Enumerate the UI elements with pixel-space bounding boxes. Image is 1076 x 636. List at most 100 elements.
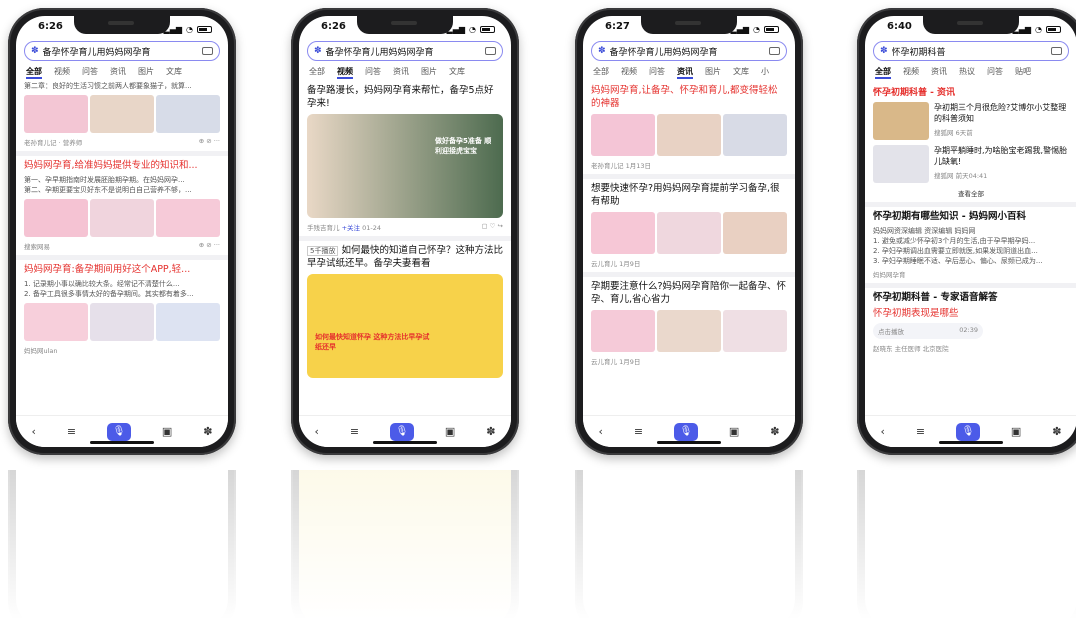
tab-news[interactable]: 资讯 [931,66,947,79]
back-icon[interactable]: ‹ [598,425,602,438]
result-image[interactable] [90,95,154,133]
tab-all[interactable]: 全部 [593,66,609,79]
video-title[interactable]: 备孕路漫长，妈妈网孕育来帮忙，备孕5点好孕来! [307,84,503,110]
menu-icon[interactable]: ≡ [67,425,76,438]
camera-icon[interactable] [1051,47,1062,55]
notch [74,16,170,34]
expert-section-title[interactable]: 怀孕初期科普 - 专家语音解答 [873,291,1069,304]
search-input[interactable]: 怀孕初期科普 [892,45,1047,58]
screen: 6:27 ▂▄▆ ◔ ✽ 备孕怀孕育儿用妈妈网孕育 全部 视频 问答 资讯 图片 … [583,16,795,447]
camera-icon[interactable] [485,47,496,55]
tab-video[interactable]: 视频 [337,66,353,79]
result-title[interactable]: 妈妈网孕育:备孕期间用好这个APP,轻... [24,263,220,276]
tab-news[interactable]: 资讯 [677,66,693,79]
search-bar[interactable]: ✽ 备孕怀孕育儿用妈妈网孕育 [24,41,220,61]
search-input[interactable]: 备孕怀孕育儿用妈妈网孕育 [610,45,765,58]
voice-search-button[interactable]: 🎙 [389,422,414,441]
result-image[interactable] [24,199,88,237]
news-title[interactable]: 妈妈网孕育,让备孕、怀孕和育儿,都变得轻松的神器 [591,84,787,110]
news-image[interactable] [657,212,721,254]
news-image[interactable] [657,114,721,156]
tab-video[interactable]: 视频 [54,66,70,79]
tab-news[interactable]: 资讯 [110,66,126,79]
video-thumbnail[interactable]: 做好备孕5准备 顺利迎接虎宝宝 [307,114,503,218]
menu-icon[interactable]: ≡ [916,425,925,438]
search-bar[interactable]: ✽ 怀孕初期科普 [873,41,1069,61]
tabs-icon[interactable]: ▣ [1011,425,1021,438]
video-thumbnail[interactable]: 如何最快知道怀孕 这种方法比早孕试纸还早 [307,274,503,378]
search-bar[interactable]: ✽ 备孕怀孕育儿用妈妈网孕育 [591,41,787,61]
tab-hot[interactable]: 热议 [959,66,975,79]
tab-qa[interactable]: 问答 [82,66,98,79]
news-image[interactable] [723,114,787,156]
result-image[interactable] [156,95,220,133]
tab-library[interactable]: 文库 [166,66,182,79]
result-image[interactable] [156,303,220,341]
result-feed: 第二章：良好的生活习惯之前两人都要象猫子，就算... 老孙育儿记 · 营养师 ⊕ … [16,79,228,399]
result-image[interactable] [24,95,88,133]
menu-icon[interactable]: ≡ [634,425,643,438]
search-input[interactable]: 备孕怀孕育儿用妈妈网孕育 [326,45,481,58]
tab-images[interactable]: 图片 [421,66,437,79]
tab-all[interactable]: 全部 [26,66,42,79]
baike-title[interactable]: 怀孕初期有哪些知识 - 妈妈网小百科 [873,210,1069,223]
news-image[interactable] [591,212,655,254]
expert-question[interactable]: 怀孕初期表现是哪些 [873,307,1069,320]
news-title[interactable]: 孕期要注意什么?妈妈网孕育陪你一起备孕、怀孕、育儿,省心省力 [591,280,787,306]
tab-images[interactable]: 图片 [138,66,154,79]
section-heading[interactable]: 怀孕初期科普 - 资讯 [873,85,1069,98]
tab-all[interactable]: 全部 [875,66,891,79]
result-image[interactable] [90,303,154,341]
back-icon[interactable]: ‹ [880,425,884,438]
news-title[interactable]: 想要快速怀孕?用妈妈网孕育提前学习备孕,很有帮助 [591,182,787,208]
voice-search-button[interactable]: 🎙 [106,422,131,441]
camera-icon[interactable] [202,47,213,55]
tab-library[interactable]: 文库 [733,66,749,79]
follow-button[interactable]: +关注 [342,224,360,232]
news-image[interactable] [591,310,655,352]
result-meta: 老孙育儿记 · 营养师 ⊕ ⊘ ··· [24,137,220,147]
tab-qa[interactable]: 问答 [649,66,665,79]
search-input[interactable]: 备孕怀孕育儿用妈妈网孕育 [43,45,198,58]
paw-home-icon[interactable]: ✽ [203,425,212,438]
status-time: 6:40 [887,21,912,32]
voice-search-button[interactable]: 🎙 [673,422,698,441]
result-image[interactable] [156,199,220,237]
paw-home-icon[interactable]: ✽ [770,425,779,438]
paw-home-icon[interactable]: ✽ [1052,425,1061,438]
tab-news[interactable]: 资讯 [393,66,409,79]
video-title[interactable]: 5千播放 如何最快的知道自己怀孕？这种方法比早孕试纸还早。备孕夫妻看看 [307,244,503,270]
result-title[interactable]: 妈妈网孕育,给准妈妈提供专业的知识和... [24,159,220,172]
tab-all[interactable]: 全部 [309,66,325,79]
tab-qa[interactable]: 问答 [365,66,381,79]
search-bar[interactable]: ✽ 备孕怀孕育儿用妈妈网孕育 [307,41,503,61]
tab-library[interactable]: 文库 [449,66,465,79]
tab-more[interactable]: 小 [761,66,769,79]
back-icon[interactable]: ‹ [314,425,318,438]
paw-home-icon[interactable]: ✽ [486,425,495,438]
view-all-link[interactable]: 查看全部 [873,188,1069,198]
news-image[interactable] [591,114,655,156]
news-image[interactable] [723,310,787,352]
play-audio-button[interactable]: 点击播放 [878,326,904,336]
audio-player[interactable]: 点击播放 02:39 [873,323,983,339]
tabs-icon[interactable]: ▣ [445,425,455,438]
result-image[interactable] [24,303,88,341]
news-item[interactable]: 孕初期三个月很危险?艾博尔小艾整理的科普须知 搜狐网 6天前 [873,102,1069,141]
news-image[interactable] [657,310,721,352]
voice-search-button[interactable]: 🎙 [955,422,980,441]
back-icon[interactable]: ‹ [31,425,35,438]
tab-video[interactable]: 视频 [621,66,637,79]
tab-qa[interactable]: 问答 [987,66,1003,79]
tab-video[interactable]: 视频 [903,66,919,79]
share-icon[interactable]: ▢ ♡ ↪ [481,222,503,232]
tab-tieba[interactable]: 贴吧 [1015,66,1031,79]
tabs-icon[interactable]: ▣ [729,425,739,438]
tab-images[interactable]: 图片 [705,66,721,79]
menu-icon[interactable]: ≡ [350,425,359,438]
camera-icon[interactable] [769,47,780,55]
result-image[interactable] [90,199,154,237]
news-item[interactable]: 孕期平躺睡时,为啥胎宝老踢我,警惕胎儿缺氧! 搜狐网 前天04:41 [873,145,1069,184]
tabs-icon[interactable]: ▣ [162,425,172,438]
news-image[interactable] [723,212,787,254]
